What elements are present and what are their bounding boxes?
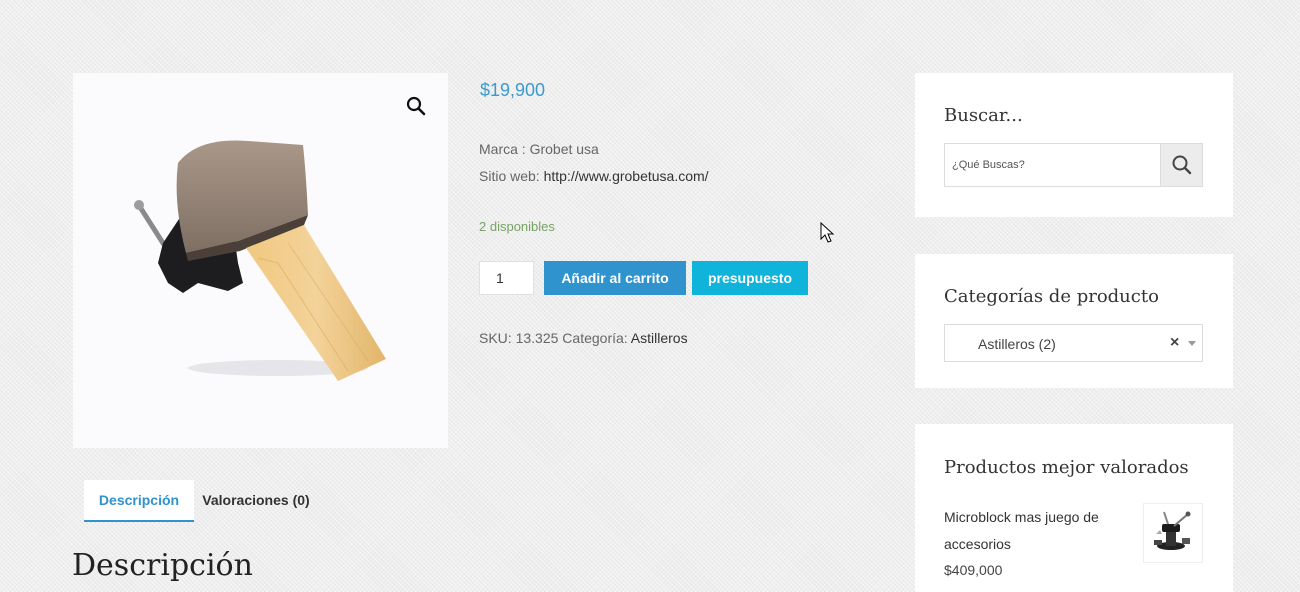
product-image[interactable] — [128, 133, 398, 393]
top-product-price: $409,000 — [944, 562, 1003, 578]
top-product-name[interactable]: Microblock mas juego de accesorios — [944, 504, 1124, 558]
top-rated-widget: Productos mejor valorados Microblock mas… — [915, 424, 1233, 592]
category-label: Categoría: — [558, 330, 631, 346]
description-heading: Descripción — [72, 548, 253, 583]
product-gallery — [73, 73, 448, 448]
product-meta: SKU: 13.325 Categoría: Astilleros — [479, 330, 688, 346]
search-widget: Buscar... — [915, 73, 1233, 217]
top-product-thumbnail[interactable] — [1143, 503, 1203, 563]
search-icon — [1172, 155, 1192, 175]
quantity-input[interactable] — [479, 261, 534, 295]
website-label: Sitio web: — [479, 168, 544, 184]
tab-reviews[interactable]: Valoraciones (0) — [196, 480, 316, 522]
category-select[interactable]: Astilleros (2) × — [944, 324, 1203, 362]
stock-status: 2 disponibles — [479, 219, 555, 234]
website-line: Sitio web: http://www.grobetusa.com/ — [479, 168, 709, 184]
quote-button[interactable]: presupuesto — [692, 261, 808, 295]
categories-widget-title: Categorías de producto — [944, 286, 1159, 307]
search-button[interactable] — [1160, 143, 1203, 187]
search-widget-title: Buscar... — [944, 105, 1023, 126]
add-to-cart-button[interactable]: Añadir al carrito — [544, 261, 686, 295]
search-input[interactable] — [944, 143, 1160, 187]
chevron-down-icon — [1188, 341, 1196, 346]
mouse-cursor-icon — [820, 222, 835, 243]
tab-description[interactable]: Descripción — [84, 480, 194, 522]
category-link[interactable]: Astilleros — [631, 330, 688, 346]
brand-value: Grobet usa — [529, 141, 599, 157]
category-selected-value: Astilleros (2) — [978, 336, 1056, 352]
sku-label: SKU: — [479, 330, 516, 346]
microblock-product-image — [1154, 511, 1191, 550]
website-link[interactable]: http://www.grobetusa.com/ — [544, 168, 709, 184]
magnifier-icon — [406, 96, 426, 116]
brand-line: Marca : Grobet usa — [479, 141, 599, 157]
sku-value: 13.325 — [515, 330, 559, 346]
categories-widget: Categorías de producto Astilleros (2) × — [915, 254, 1233, 388]
brand-label: Marca : — [479, 141, 530, 157]
clear-selection-icon[interactable]: × — [1170, 334, 1179, 352]
zoom-button[interactable] — [403, 93, 429, 119]
top-rated-widget-title: Productos mejor valorados — [944, 457, 1189, 478]
product-price: $19,900 — [480, 80, 546, 100]
